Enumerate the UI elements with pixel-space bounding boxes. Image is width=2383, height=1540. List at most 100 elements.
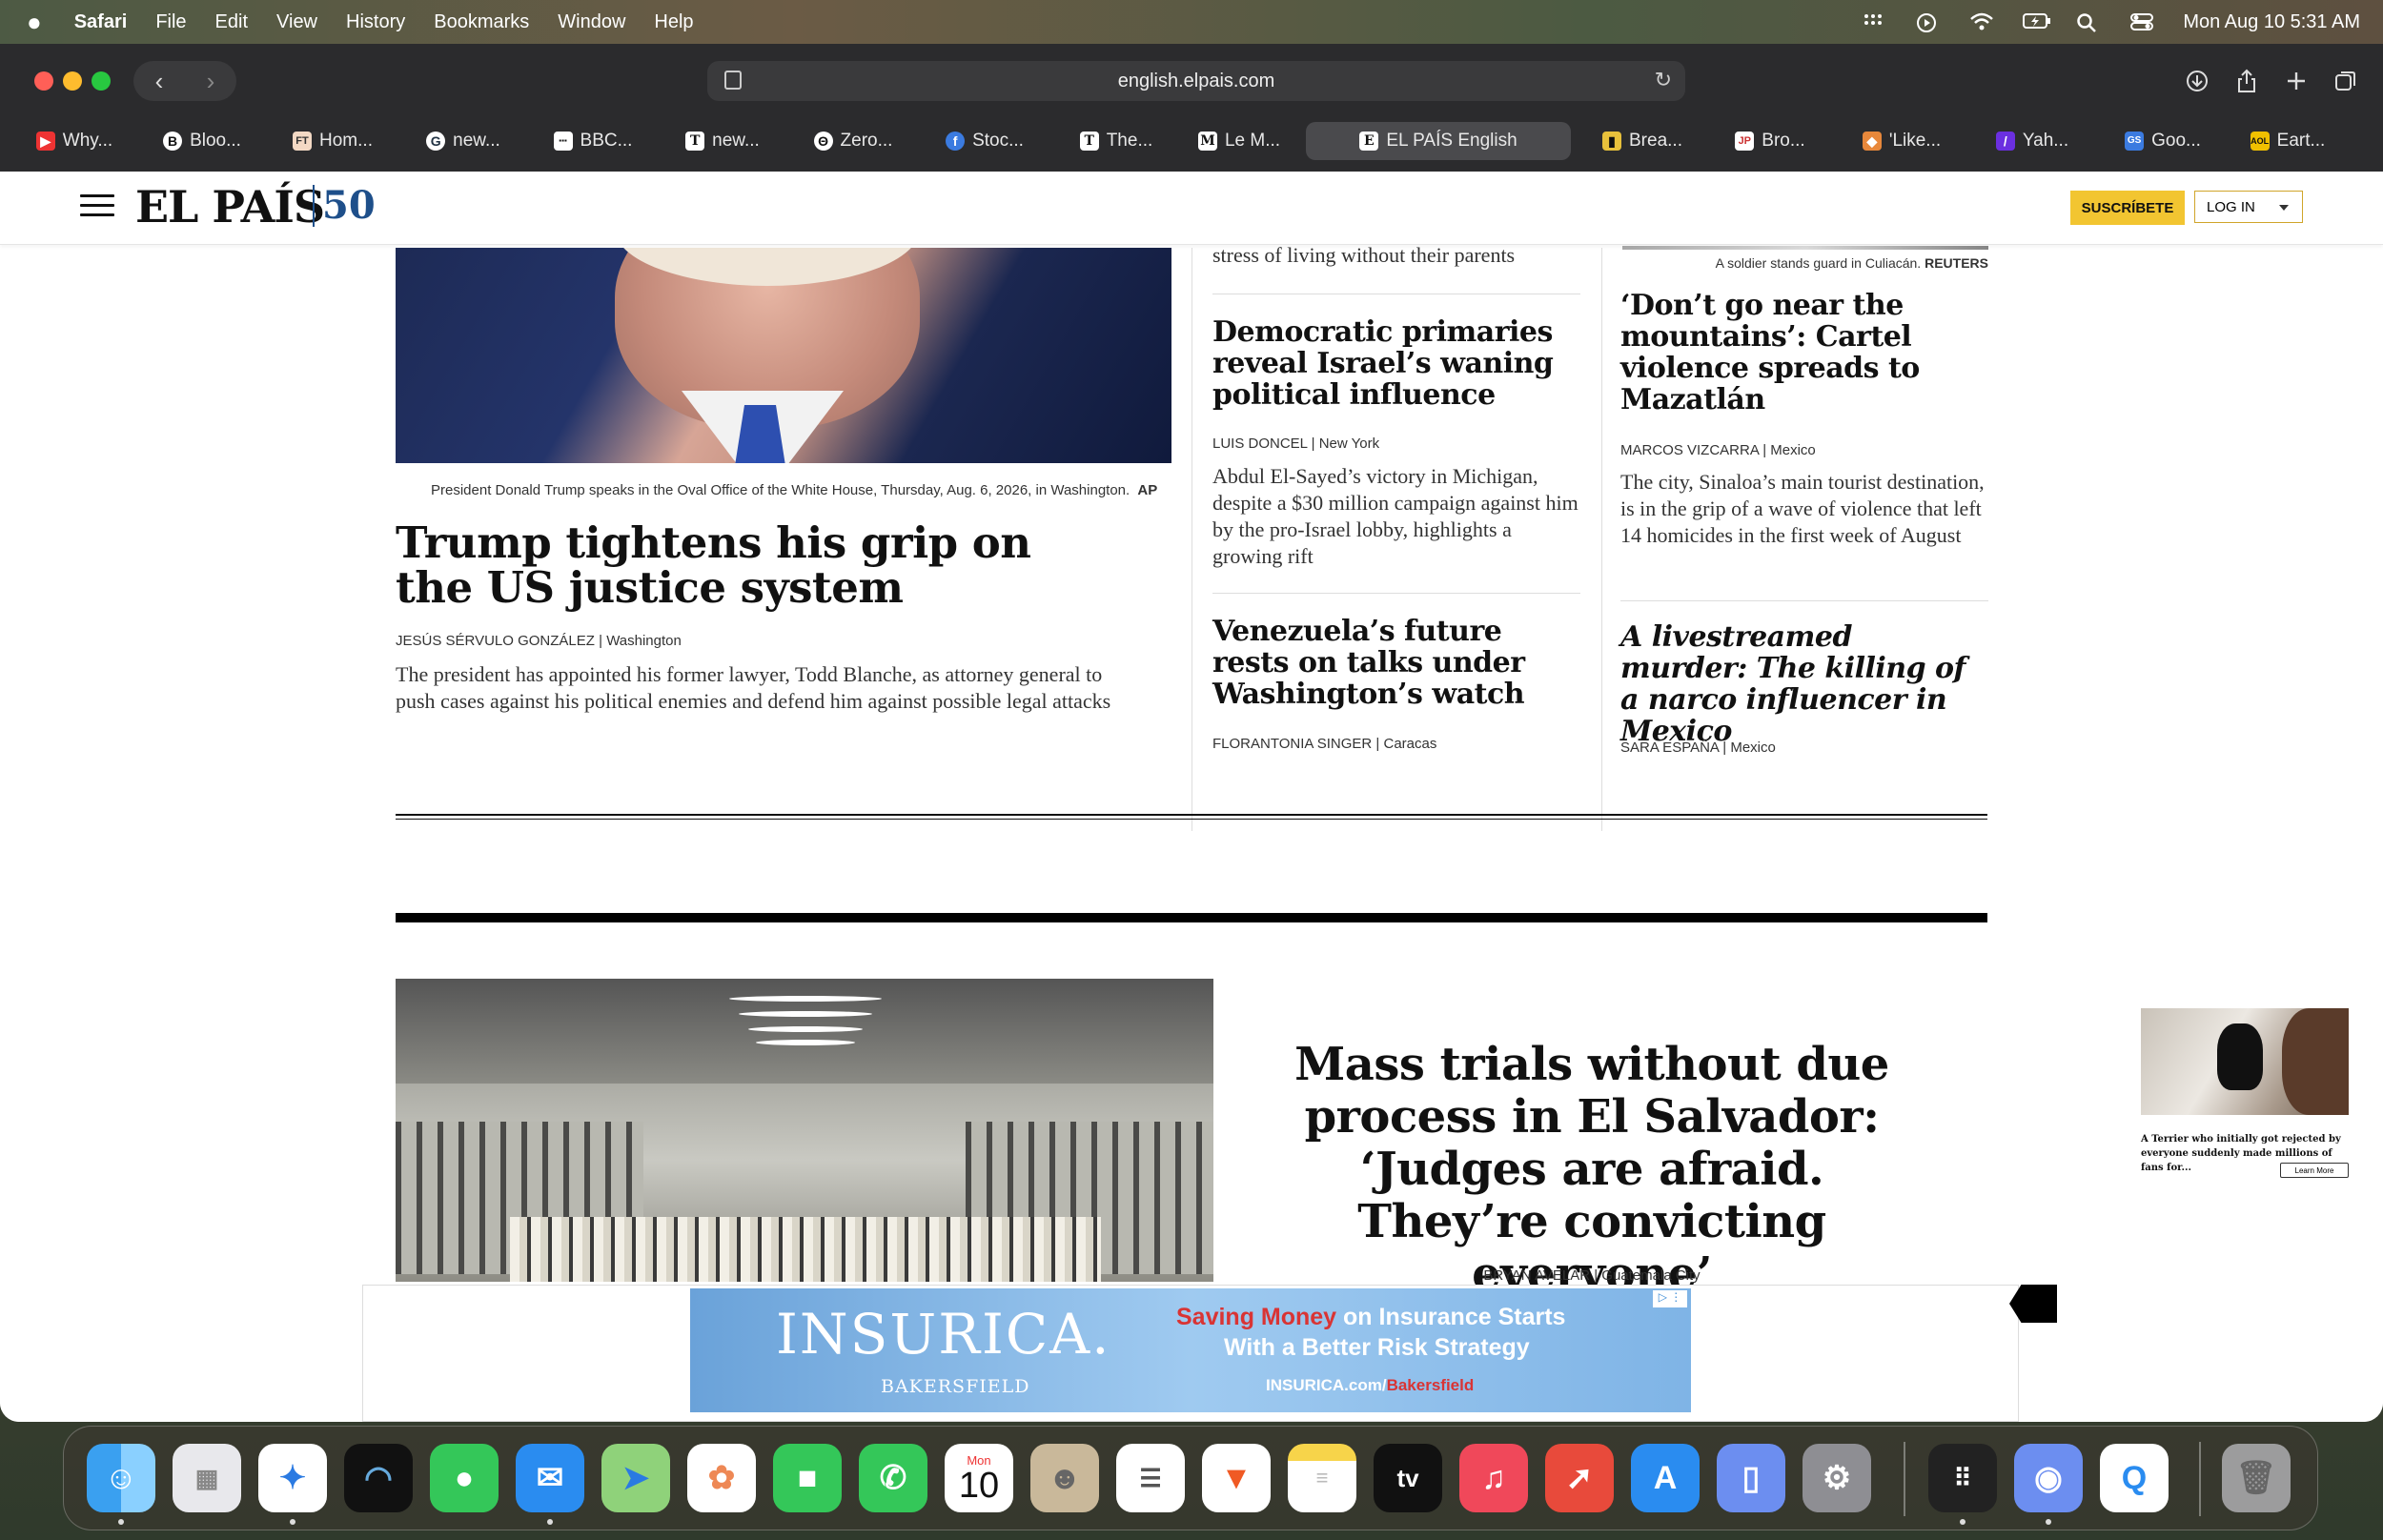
tab-15[interactable]: GS Goo... bbox=[2097, 122, 2229, 160]
tab-4[interactable]: ▪▪▪ BBC... bbox=[528, 122, 658, 160]
play-status-icon[interactable] bbox=[1916, 12, 1941, 32]
rocket-icon[interactable]: ➚ bbox=[1545, 1444, 1614, 1512]
grid-status-icon[interactable] bbox=[1863, 12, 1887, 31]
tab-7[interactable]: f Stoc... bbox=[919, 122, 1050, 160]
menu-bookmarks[interactable]: Bookmarks bbox=[434, 11, 529, 33]
tab-8[interactable]: T The... bbox=[1050, 122, 1182, 160]
appletv-icon[interactable]: tv bbox=[1374, 1444, 1442, 1512]
mid2-headline[interactable]: Venezuela’s future rests on talks under … bbox=[1212, 616, 1580, 710]
anniversary-logo[interactable]: 50 bbox=[313, 185, 376, 227]
tab-6[interactable]: Θ Zero... bbox=[787, 122, 919, 160]
tab-overview-icon[interactable] bbox=[2333, 61, 2358, 101]
launcher-icon[interactable]: ⠿ bbox=[1928, 1444, 1997, 1512]
tab-label: new... bbox=[712, 131, 760, 151]
close-window-button[interactable] bbox=[34, 71, 53, 91]
tab-3[interactable]: Gnew... bbox=[398, 122, 528, 160]
settings-icon[interactable]: ⚙ bbox=[1803, 1444, 1871, 1512]
apple-menu-icon[interactable]: ● bbox=[27, 8, 42, 37]
right1-headline[interactable]: ‘Don’t go near the mountains’: Cartel vi… bbox=[1620, 290, 1986, 415]
author[interactable]: FLORANTONIA SINGER bbox=[1212, 736, 1372, 752]
spotlight-icon[interactable] bbox=[2076, 12, 2101, 32]
maps-icon[interactable]: ➤ bbox=[601, 1444, 670, 1512]
messages-icon[interactable]: ● bbox=[430, 1444, 499, 1512]
feature-article-image[interactable] bbox=[396, 979, 1213, 1282]
music-icon[interactable]: ♫ bbox=[1459, 1444, 1528, 1512]
menu-history[interactable]: History bbox=[346, 11, 405, 33]
appstore-icon[interactable]: A bbox=[1631, 1444, 1700, 1512]
author[interactable]: SARA ESPAÑA bbox=[1620, 740, 1719, 756]
feature-headline[interactable]: Mass trials without due process in El Sa… bbox=[1268, 1039, 1916, 1301]
author[interactable]: JESÚS SÉRVULO GONZÁLEZ bbox=[396, 633, 595, 649]
side-ad-image[interactable] bbox=[2141, 1008, 2349, 1115]
forward-icon[interactable]: › bbox=[207, 67, 215, 96]
right2-headline[interactable]: A livestreamed murder: The killing of a … bbox=[1620, 621, 1986, 747]
menu-view[interactable]: View bbox=[276, 11, 317, 33]
page-menu-icon[interactable] bbox=[724, 71, 742, 90]
right-image-edge[interactable] bbox=[1622, 246, 1988, 250]
tab-14[interactable]: / Yah... bbox=[1967, 122, 2097, 160]
launchpad-icon[interactable]: ▦ bbox=[173, 1444, 241, 1512]
menu-app-name[interactable]: Safari bbox=[74, 11, 128, 33]
menu-window[interactable]: Window bbox=[558, 11, 625, 33]
control-center-icon[interactable] bbox=[2129, 12, 2154, 31]
safari-icon[interactable]: ✦ bbox=[258, 1444, 327, 1512]
lead-headline[interactable]: Trump tightens his grip on the US justic… bbox=[396, 520, 1120, 610]
author[interactable]: BRYAN AVELAR bbox=[1483, 1267, 1590, 1284]
server-icon[interactable]: ◉ bbox=[2014, 1444, 2083, 1512]
photos-icon[interactable]: ✿ bbox=[687, 1444, 756, 1512]
elpais-logo[interactable]: EL PAÍS bbox=[135, 181, 325, 233]
phone-icon[interactable]: ✆ bbox=[859, 1444, 927, 1512]
menu-file[interactable]: File bbox=[155, 11, 186, 33]
back-icon[interactable]: ‹ bbox=[155, 67, 164, 96]
downloads-icon[interactable] bbox=[2185, 61, 2210, 101]
adchoices-icon[interactable]: ▷ ⋮ bbox=[1653, 1290, 1687, 1307]
arc-icon[interactable]: ◠ bbox=[344, 1444, 413, 1512]
login-button[interactable]: LOG IN bbox=[2194, 191, 2303, 223]
battery-icon[interactable] bbox=[2023, 12, 2051, 31]
trash-icon[interactable]: 🗑 bbox=[2222, 1444, 2291, 1512]
lead-article-image[interactable] bbox=[396, 248, 1171, 463]
tab-2[interactable]: FT Hom... bbox=[267, 122, 398, 160]
calendar-icon[interactable]: Mon 10 bbox=[945, 1444, 1013, 1512]
reload-icon[interactable]: ↻ bbox=[1655, 68, 1672, 92]
url-text[interactable]: english.elpais.com bbox=[1118, 71, 1275, 92]
facetime-icon[interactable]: ■ bbox=[773, 1444, 842, 1512]
telegraph-icon: T bbox=[685, 132, 705, 151]
subscribe-button[interactable]: SUSCRÍBETE bbox=[2070, 191, 2185, 225]
guardian-icon: G bbox=[426, 132, 446, 151]
tab-0[interactable]: ▶ Why... bbox=[11, 122, 137, 160]
contacts-icon[interactable]: ☻ bbox=[1030, 1444, 1099, 1512]
author[interactable]: LUIS DONCEL bbox=[1212, 436, 1307, 452]
new-tab-icon[interactable] bbox=[2284, 61, 2309, 101]
mid1-headline[interactable]: Democratic primaries reveal Israel’s wan… bbox=[1212, 316, 1580, 411]
tab-9[interactable]: M Le M... bbox=[1182, 122, 1296, 160]
tab-5[interactable]: Tnew... bbox=[658, 122, 787, 160]
share-icon[interactable] bbox=[2234, 61, 2259, 101]
address-bar[interactable]: english.elpais.com ↻ bbox=[707, 61, 1685, 101]
menu-clock[interactable]: Mon Aug 10 5:31 AM bbox=[2183, 11, 2360, 33]
menu-help[interactable]: Help bbox=[654, 11, 693, 33]
column-divider bbox=[1601, 248, 1602, 831]
menu-edit[interactable]: Edit bbox=[215, 11, 248, 33]
tab-elpais-active[interactable]: E EL PAÍS English bbox=[1306, 122, 1571, 160]
notes-icon[interactable]: ≡ bbox=[1288, 1444, 1356, 1512]
tab-11[interactable]: ▮ Brea... bbox=[1580, 122, 1704, 160]
zoom-window-button[interactable] bbox=[92, 71, 111, 91]
reminders-icon[interactable]: ☰ bbox=[1116, 1444, 1185, 1512]
side-ad-learn-more-button[interactable]: Learn More bbox=[2280, 1163, 2349, 1178]
mail-icon[interactable]: ✉ bbox=[516, 1444, 584, 1512]
minimize-window-button[interactable] bbox=[63, 71, 82, 91]
finder-icon[interactable]: ☺ bbox=[87, 1444, 155, 1512]
author[interactable]: MARCOS VIZCARRA bbox=[1620, 442, 1759, 458]
tab-13[interactable]: ◆ 'Like... bbox=[1836, 122, 1967, 160]
quicktime-icon[interactable]: Q bbox=[2100, 1444, 2169, 1512]
ad-location: BAKERSFIELD bbox=[881, 1376, 1030, 1397]
insurica-ad-banner[interactable]: INSURICA. BAKERSFIELD Saving Money on In… bbox=[690, 1288, 1691, 1412]
brave-icon[interactable]: ▼ bbox=[1202, 1444, 1271, 1512]
tab-1[interactable]: B Bloo... bbox=[137, 122, 267, 160]
tab-16[interactable]: AOL Eart... bbox=[2229, 122, 2347, 160]
iphone-mirroring-icon[interactable]: ▯ bbox=[1717, 1444, 1785, 1512]
tab-12[interactable]: JP Bro... bbox=[1704, 122, 1836, 160]
wifi-icon[interactable] bbox=[1969, 12, 1994, 31]
hamburger-menu-icon[interactable] bbox=[80, 194, 114, 219]
